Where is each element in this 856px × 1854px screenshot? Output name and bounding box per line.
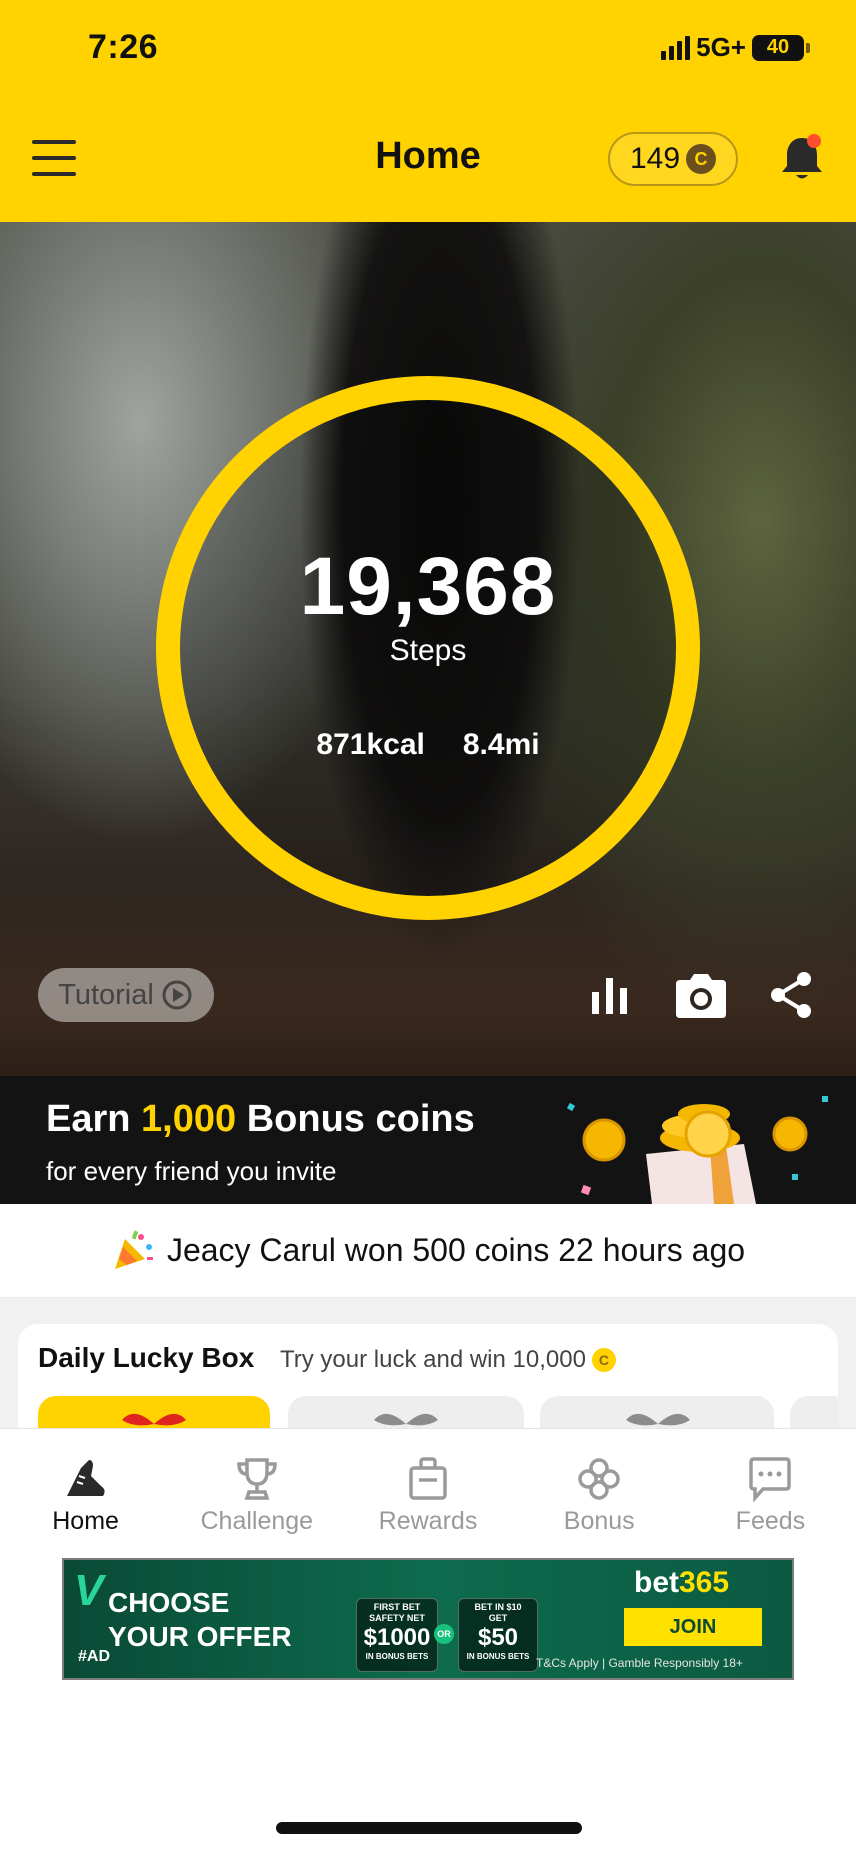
- activity-stats: 871kcal 8.4mi: [0, 728, 856, 762]
- clover-icon: [578, 1458, 620, 1500]
- ad-offer-2-amount: $50: [477, 1624, 519, 1651]
- menu-button[interactable]: [32, 140, 76, 176]
- home-indicator[interactable]: [276, 1822, 582, 1834]
- status-indicators: 5G+ 40: [661, 32, 810, 63]
- step-count: 19,368: [299, 541, 557, 632]
- gray-bow-icon: [626, 1413, 690, 1426]
- referral-headline: Earn 1,000 Bonus coins: [46, 1098, 475, 1141]
- steps-label: Steps: [389, 634, 467, 667]
- ad-offer-2: BET IN $10 GET $50 IN BONUS BETS: [458, 1598, 538, 1672]
- ad-offer-1: FIRST BET SAFETY NET $1000 IN BONUS BETS: [356, 1598, 438, 1672]
- ad-offer-1-foot: IN BONUS BETS: [365, 1652, 429, 1661]
- nav-label-feeds: Feeds: [735, 1507, 806, 1535]
- nav-label-rewards: Rewards: [378, 1507, 478, 1535]
- ad-brand: bet365: [634, 1566, 729, 1600]
- step-tracker-hero: 19,368 Steps 871kcal 8.4mi Tutorial: [0, 222, 856, 1078]
- nav-challenge[interactable]: Challenge: [171, 1429, 342, 1554]
- battery-level: 40: [766, 36, 790, 58]
- stats-chart-icon[interactable]: [590, 974, 630, 1016]
- chat-icon: [749, 1457, 792, 1502]
- nav-label-challenge: Challenge: [200, 1507, 314, 1535]
- lucky-box-subtitle: Try your luck and win 10,000 C: [280, 1346, 616, 1374]
- battery-icon: 40: [752, 34, 810, 61]
- trophy-icon: [237, 1458, 277, 1500]
- ad-offer-2-top: BET IN $10 GET: [474, 1602, 522, 1623]
- network-type: 5G+: [696, 32, 746, 62]
- shopping-bag-icon: [409, 1457, 447, 1500]
- lucky-box-subtitle-text: Try your luck and win 10,000: [280, 1346, 586, 1373]
- tutorial-label: Tutorial: [58, 978, 154, 1011]
- app-header: 7:26 5G+ 40 Home 149 C: [0, 0, 856, 222]
- party-popper-icon: [114, 1230, 153, 1269]
- ad-brand-suffix: 365: [679, 1566, 730, 1599]
- coins-gift-illustration: [566, 1096, 828, 1204]
- ad-headline: CHOOSE YOUR OFFER: [108, 1587, 292, 1652]
- bottom-nav: Home Challenge Rewards Bonus Feeds: [0, 1428, 856, 1554]
- ad-or: OR: [434, 1624, 454, 1644]
- camera-icon[interactable]: [672, 972, 730, 1020]
- calories-value: 871kcal: [316, 728, 425, 761]
- ad-banner[interactable]: V CHOOSE YOUR OFFER #AD FIRST BET SAFETY…: [62, 1558, 794, 1680]
- referral-amount: 1,000: [141, 1098, 237, 1140]
- lucky-box-title: Daily Lucky Box: [38, 1342, 255, 1373]
- ad-offer-2-foot: IN BONUS BETS: [466, 1652, 530, 1661]
- status-time: 7:26: [88, 28, 159, 66]
- red-bow-icon: [122, 1413, 186, 1426]
- nav-bonus[interactable]: Bonus: [514, 1429, 685, 1554]
- nav-home[interactable]: Home: [0, 1429, 171, 1554]
- distance-value: 8.4mi: [462, 728, 540, 761]
- tutorial-button[interactable]: Tutorial: [38, 968, 214, 1022]
- shoe-icon: [66, 1460, 105, 1496]
- notification-bell-icon[interactable]: [776, 130, 828, 186]
- ad-offer-1-amount: $1000: [363, 1624, 431, 1651]
- coin-icon: C: [686, 144, 717, 174]
- nav-label-home: Home: [52, 1507, 119, 1535]
- share-icon[interactable]: [768, 970, 814, 1020]
- referral-banner[interactable]: Earn 1,000 Bonus coins for every friend …: [0, 1076, 856, 1204]
- ad-offer-1-top: FIRST BET SAFETY NET: [369, 1602, 425, 1623]
- ad-logo-icon: V: [74, 1566, 104, 1615]
- coin-balance: 149: [629, 142, 681, 175]
- ad-terms: T&Cs Apply | Gamble Responsibly 18+: [536, 1656, 743, 1670]
- winner-ticker: Jeacy Carul won 500 coins 22 hours ago: [0, 1204, 856, 1298]
- coin-balance-button[interactable]: 149 C: [608, 132, 738, 186]
- ad-brand-prefix: bet: [634, 1566, 679, 1599]
- nav-label-bonus: Bonus: [563, 1507, 635, 1535]
- nav-rewards[interactable]: Rewards: [342, 1429, 513, 1554]
- ad-tag: #AD: [78, 1648, 111, 1665]
- ad-join-button[interactable]: JOIN: [624, 1608, 762, 1646]
- referral-prefix: Earn: [46, 1098, 142, 1140]
- referral-subtitle: for every friend you invite: [46, 1156, 337, 1186]
- coin-icon: C: [591, 1348, 616, 1372]
- play-icon: [162, 980, 192, 1010]
- nav-feeds[interactable]: Feeds: [685, 1429, 856, 1554]
- gray-bow-icon: [374, 1413, 438, 1426]
- ticker-message: Jeacy Carul won 500 coins 22 hours ago: [166, 1232, 746, 1268]
- signal-icon: [661, 35, 691, 60]
- referral-suffix: Bonus coins: [236, 1098, 475, 1140]
